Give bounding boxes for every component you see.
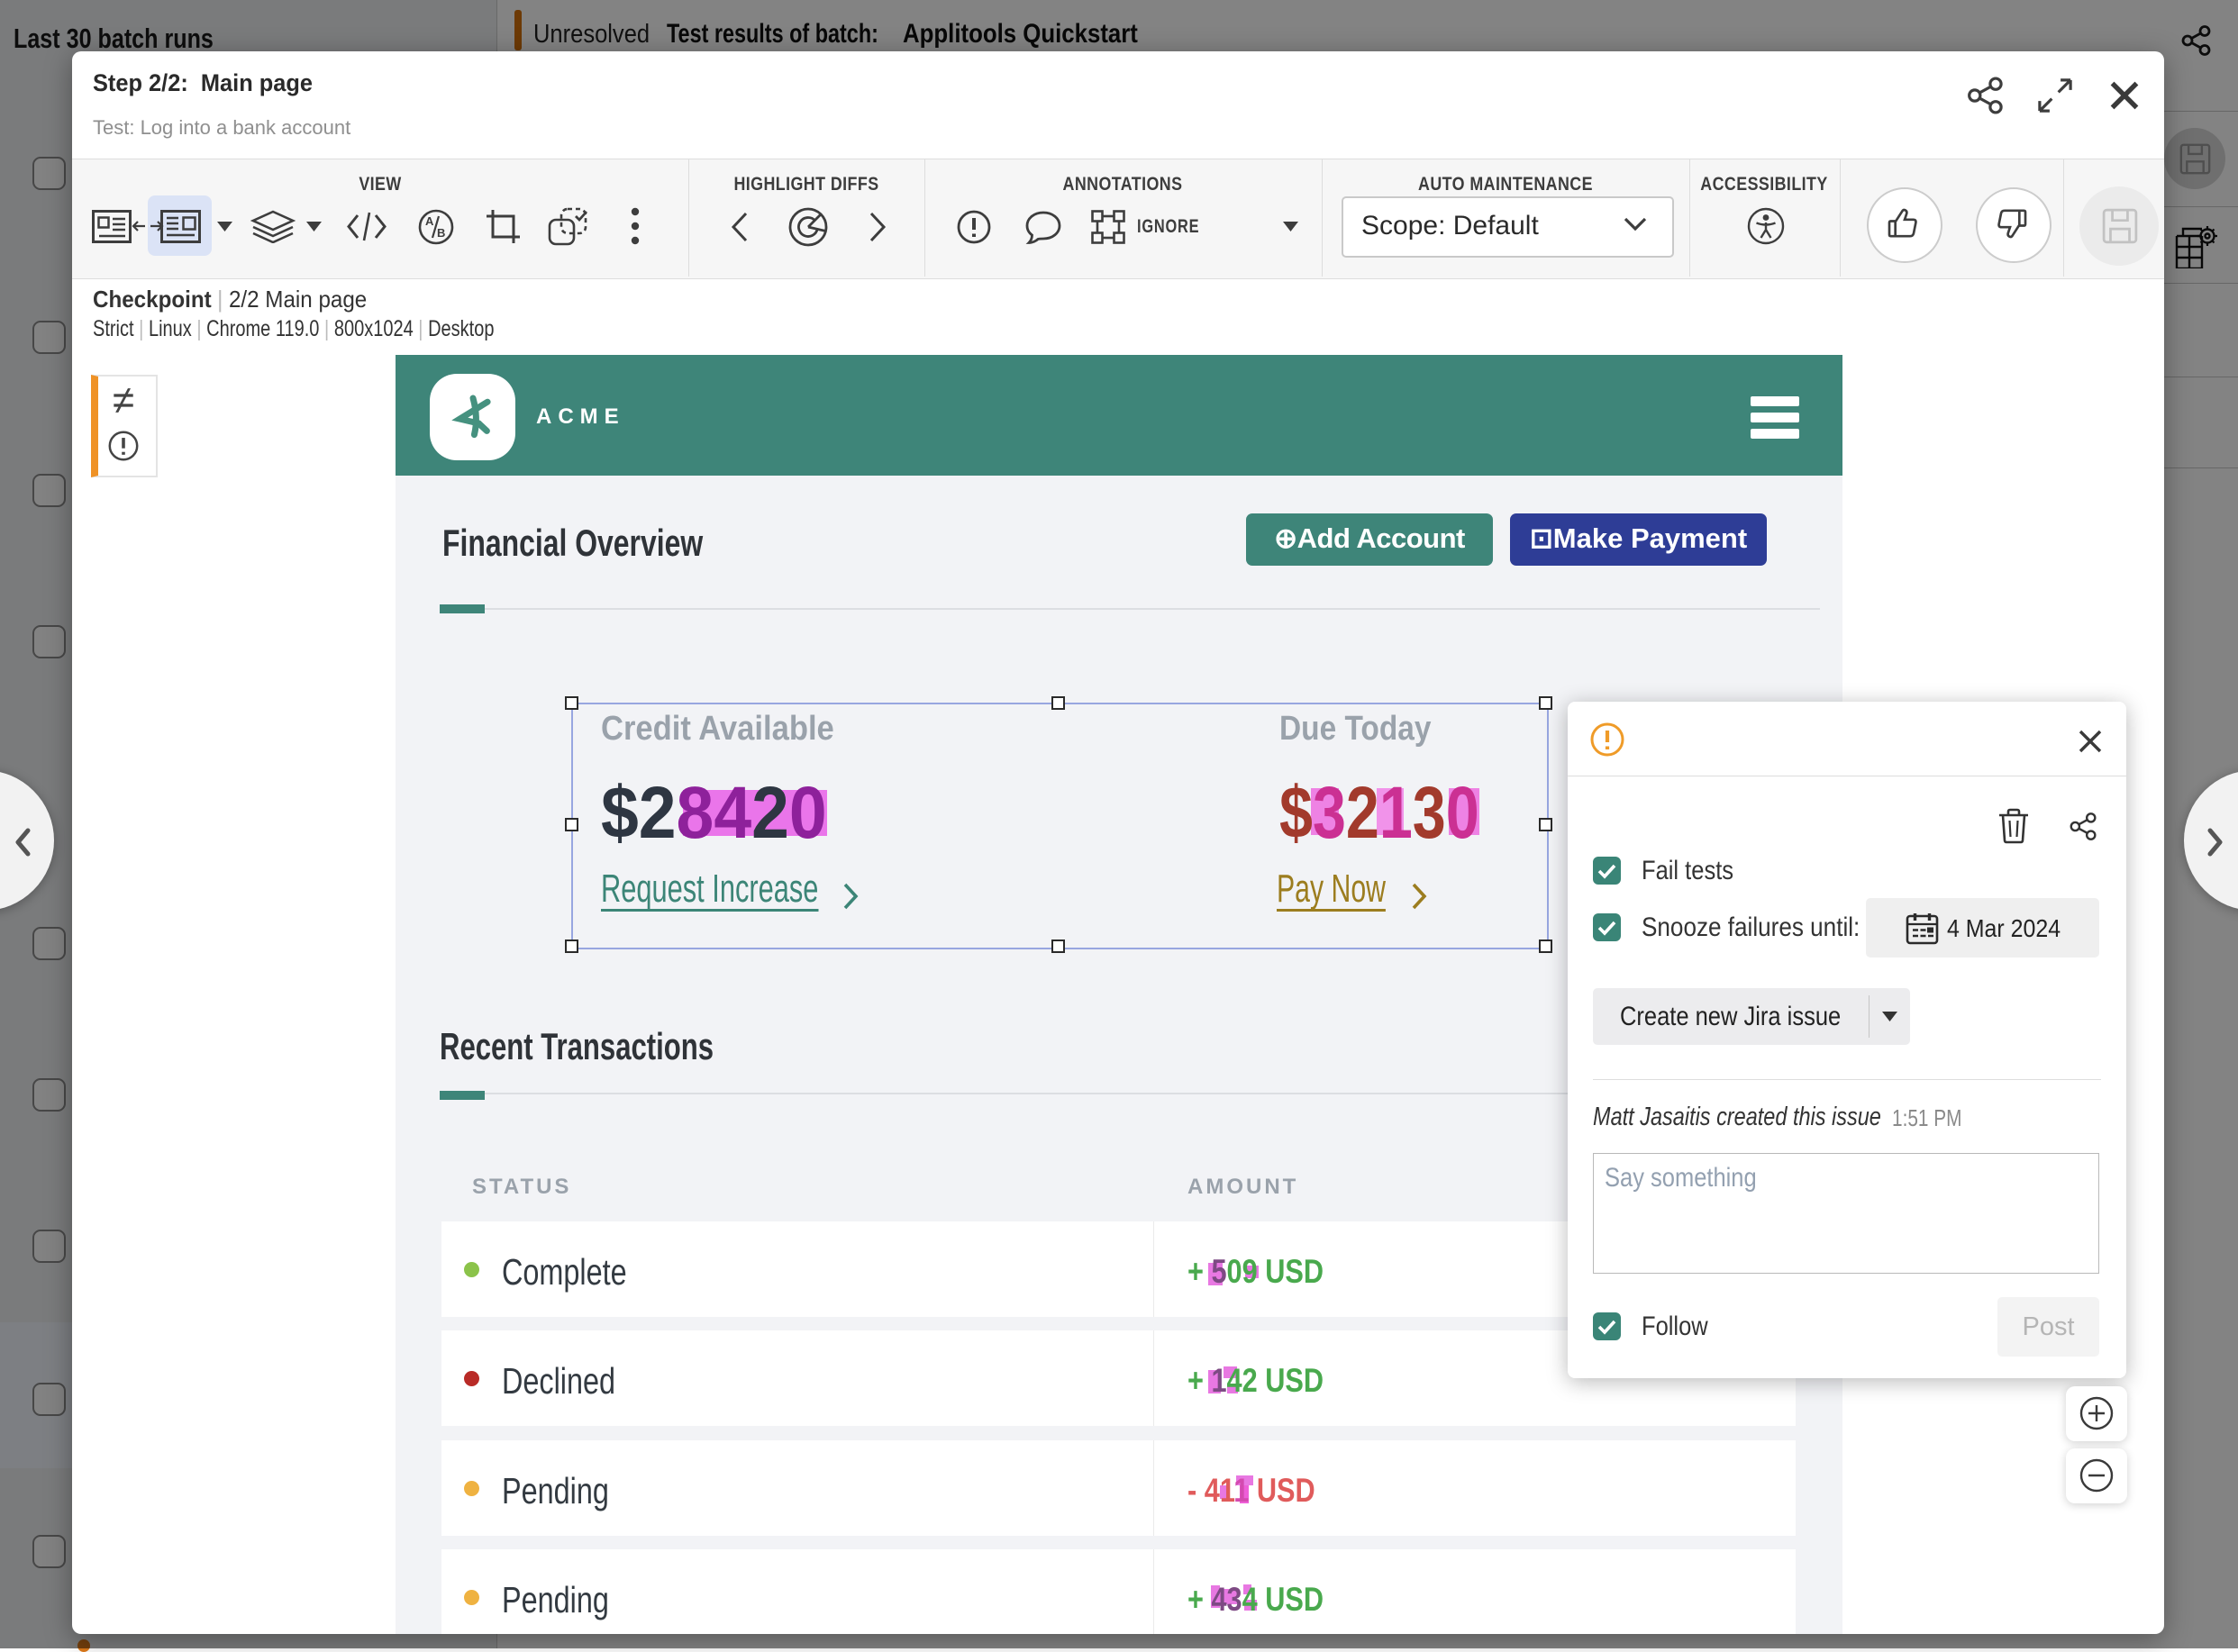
svg-text:A: A [425, 214, 434, 228]
svg-text:B: B [437, 226, 445, 240]
